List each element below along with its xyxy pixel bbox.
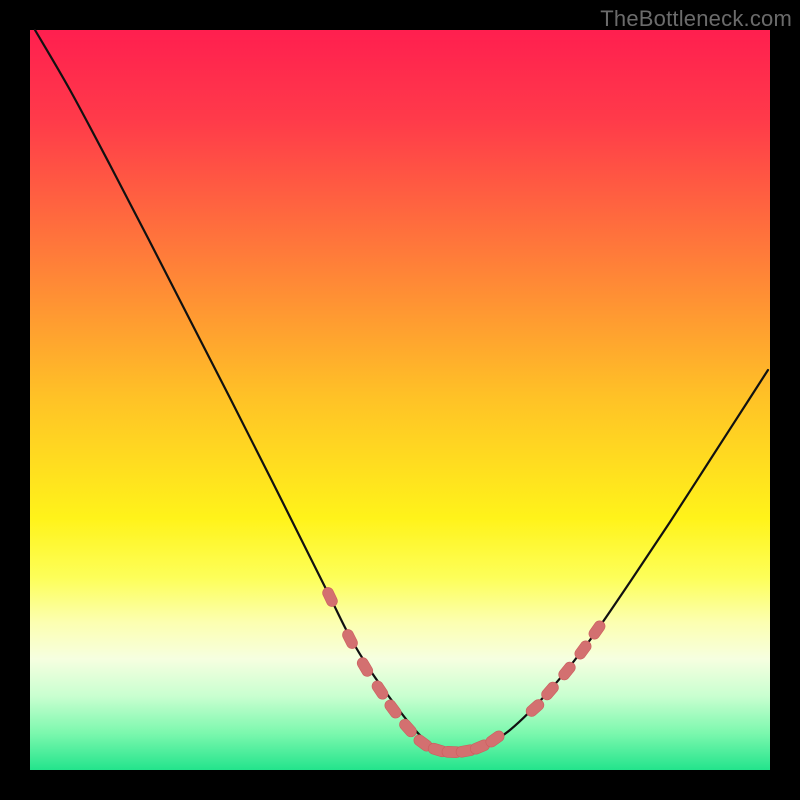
curve-marker [383, 698, 404, 721]
watermark-text: TheBottleneck.com [600, 6, 792, 32]
curve-layer [30, 30, 770, 770]
curve-marker [355, 656, 375, 679]
plot-area [30, 30, 770, 770]
curve-marker [397, 717, 418, 739]
curve-marker [321, 586, 340, 609]
curve-marker [370, 679, 390, 702]
app-frame: TheBottleneck.com [0, 0, 800, 800]
bottleneck-curve [35, 30, 768, 751]
curve-marker [587, 619, 607, 642]
curve-markers [321, 586, 608, 759]
